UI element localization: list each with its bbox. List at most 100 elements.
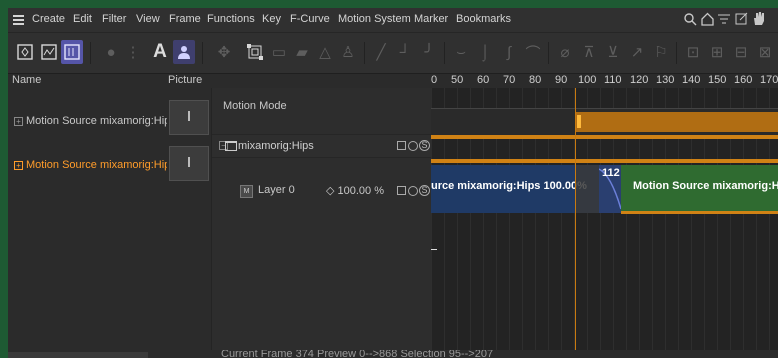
status-bar: Current Frame 374 Preview 0-->868 Select… (8, 350, 778, 358)
solo-icon[interactable]: S (419, 140, 430, 151)
menu-bookmarks[interactable]: Bookmarks (456, 13, 511, 25)
toolbar: ● ⋮ A ✥ ▭ ▰ △ ♙ ╱ ┘ ╯ ⌣ ⌡ ∫ ⌒ ⌀ ⊼ ⊻ ↗ ⚐ … (8, 32, 778, 74)
menu-bar: Create Edit Filter View Frame Functions … (8, 8, 778, 32)
list-item[interactable]: + Motion Source mixamorig:Hips (14, 159, 176, 171)
timeline-window: Create Edit Filter View Frame Functions … (8, 8, 778, 358)
ease-icon[interactable]: ╯ (418, 40, 440, 64)
selection-marker[interactable] (577, 115, 581, 128)
ruler-tick: 160 (734, 74, 753, 86)
track-divider (431, 135, 778, 139)
home-icon[interactable] (701, 12, 714, 26)
eye-icon[interactable] (408, 186, 418, 196)
name-column-header[interactable]: Name (12, 74, 41, 86)
key-2-icon[interactable]: ⊻ (602, 40, 624, 64)
clip-label: urce mixamorig:Hips 100.00% (431, 180, 587, 192)
linear-icon[interactable]: ╱ (370, 40, 392, 64)
selection-range[interactable] (575, 112, 778, 132)
ruler-tick: 140 (682, 74, 701, 86)
key-3-icon[interactable]: ↗ (626, 40, 648, 64)
expand-icon[interactable]: + (14, 116, 23, 126)
curve-icon[interactable]: ⌒ (522, 40, 544, 64)
keys-mode-icon[interactable] (14, 40, 36, 64)
clip-underline (621, 211, 778, 214)
clip-label: Motion Source mixamorig:Hips 10 (633, 180, 778, 192)
person-icon[interactable] (173, 40, 195, 64)
fcurve-mode-icon[interactable] (38, 40, 60, 64)
source-label: Motion Source mixamorig:Hips (26, 159, 176, 171)
solo-icon[interactable]: S (419, 185, 430, 196)
motion-mode-icon[interactable] (61, 40, 83, 64)
menu-frame[interactable]: Frame (169, 13, 201, 25)
film-icon[interactable]: ▭ (268, 40, 290, 64)
layers-icon[interactable]: ▰ (291, 40, 313, 64)
filter-icon[interactable] (718, 13, 730, 25)
layer-panel: Motion Mode − mixamorig:Hips S M Layer 0… (212, 88, 431, 350)
layer-strength[interactable]: ◇ 100.00 % (326, 184, 384, 197)
menu-key[interactable]: Key (262, 13, 281, 25)
menu-filter[interactable]: Filter (102, 13, 126, 25)
ruler-tick: 170 (760, 74, 778, 86)
ruler-tick: 110 (604, 74, 622, 86)
source-label: Motion Source mixamorig:Hips (26, 115, 176, 127)
menu-icon[interactable] (13, 15, 24, 25)
move-icon[interactable]: ✥ (213, 40, 235, 64)
ruler-tick: 0 (431, 74, 438, 86)
ruler-tick: 90 (555, 74, 568, 86)
triangle-icon[interactable]: △ (314, 40, 336, 64)
snap-2-icon[interactable]: ⊞ (706, 40, 728, 64)
menu-fcurve[interactable]: F-Curve (290, 13, 330, 25)
ruler-tick: 100 (578, 74, 597, 86)
key-1-icon[interactable]: ⊼ (578, 40, 600, 64)
step-icon[interactable]: ┘ (394, 40, 416, 64)
text-icon[interactable]: A (149, 40, 171, 64)
sphere-icon[interactable]: ● (100, 40, 122, 64)
playhead[interactable] (575, 88, 576, 350)
motion-source-list: + Motion Source mixamorig:Hips + Motion So… (8, 88, 176, 350)
menu-functions[interactable]: Functions (207, 13, 255, 25)
expand-icon[interactable]: + (14, 160, 23, 170)
snap-4-icon[interactable]: ⊠ (754, 40, 776, 64)
ease-in-icon[interactable]: ⌡ (474, 40, 496, 64)
menu-view[interactable]: View (136, 13, 160, 25)
motion-clip[interactable]: Motion Source mixamorig:Hips 10 (621, 165, 778, 213)
menu-edit[interactable]: Edit (73, 13, 92, 25)
ruler-tick: 130 (656, 74, 675, 86)
layer-icon: M (240, 185, 253, 198)
object-label: mixamorig:Hips (238, 140, 314, 152)
timeline-marker (431, 249, 437, 250)
source-thumbnail (169, 146, 209, 181)
ruler-tick: 80 (529, 74, 542, 86)
scrollbar[interactable] (8, 352, 148, 358)
menu-marker[interactable]: Marker (414, 13, 448, 25)
snap-1-icon[interactable]: ⊡ (682, 40, 704, 64)
layer-label: Layer 0 (258, 184, 295, 196)
object-row[interactable]: − mixamorig:Hips S (212, 134, 431, 158)
cone-icon[interactable]: ♙ (337, 40, 359, 64)
folder-icon (225, 141, 237, 151)
status-text: Current Frame 374 Preview 0-->868 Select… (221, 350, 494, 358)
motion-clip[interactable]: urce mixamorig:Hips 100.00% (431, 165, 599, 213)
ruler-tick: 150 (708, 74, 727, 86)
snap-3-icon[interactable]: ⊟ (730, 40, 752, 64)
enable-icon[interactable] (397, 186, 406, 195)
list-item[interactable]: + Motion Source mixamorig:Hips (14, 115, 176, 127)
expand-icon[interactable] (735, 12, 748, 25)
motion-mode-label: Motion Mode (223, 100, 287, 112)
timeline-area[interactable]: urce mixamorig:Hips 100.00% 112 Motion S… (431, 88, 778, 350)
bezier-icon[interactable]: ⌣ (450, 40, 472, 64)
enable-icon[interactable] (397, 141, 406, 150)
menu-create[interactable]: Create (32, 13, 65, 25)
hand-icon[interactable] (752, 11, 765, 26)
picture-column-header[interactable]: Picture (168, 74, 202, 86)
no-key-icon[interactable]: ⌀ (554, 40, 576, 64)
frame-select-icon[interactable] (244, 40, 266, 64)
transition-length: 112 (602, 167, 620, 179)
ease-out-icon[interactable]: ∫ (498, 40, 520, 64)
layer-row[interactable]: M Layer 0 ◇ 100.00 % S (212, 174, 431, 204)
eye-icon[interactable] (408, 141, 418, 151)
menu-motion-system[interactable]: Motion System (338, 13, 411, 25)
search-icon[interactable] (684, 13, 697, 26)
ruler-tick: 70 (503, 74, 516, 86)
hierarchy-icon[interactable]: ⋮ (122, 40, 144, 64)
key-4-icon[interactable]: ⚐ (650, 40, 672, 64)
